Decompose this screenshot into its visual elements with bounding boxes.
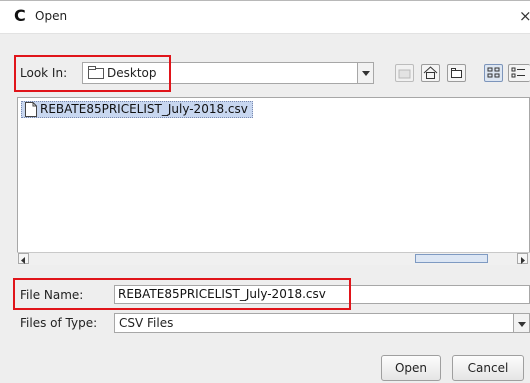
- title-bar: [0, 0, 530, 34]
- scroll-left-button[interactable]: [18, 253, 29, 264]
- home-icon: [423, 66, 438, 79]
- new-folder-icon: [451, 68, 462, 78]
- app-logo-icon: C: [14, 6, 26, 25]
- list-view-icon: [487, 67, 500, 78]
- up-folder-button[interactable]: [395, 64, 414, 82]
- new-folder-button[interactable]: [447, 64, 466, 82]
- file-list[interactable]: [17, 97, 530, 265]
- cancel-button[interactable]: Cancel: [452, 355, 524, 381]
- file-name-highlight: [13, 278, 351, 310]
- file-type-combo[interactable]: CSV Files: [114, 313, 530, 333]
- file-type-label: Files of Type:: [20, 316, 98, 330]
- scroll-thumb[interactable]: [415, 254, 488, 263]
- list-view-button[interactable]: [484, 64, 503, 82]
- details-view-icon: [511, 67, 525, 78]
- details-view-button[interactable]: [508, 64, 530, 82]
- file-icon: [25, 102, 37, 121]
- chevron-down-icon[interactable]: [513, 314, 529, 332]
- up-folder-icon: [398, 69, 411, 79]
- file-type-value: CSV Files: [119, 316, 174, 330]
- open-button[interactable]: Open: [381, 355, 441, 381]
- home-button[interactable]: [421, 64, 440, 82]
- close-icon[interactable]: ×: [519, 7, 530, 25]
- chevron-left-icon: [21, 257, 25, 264]
- chevron-down-icon[interactable]: [357, 63, 373, 83]
- file-name-text: REBATE85PRICELIST_July-2018.csv: [40, 102, 248, 116]
- chevron-right-icon: [521, 257, 525, 264]
- scroll-right-button[interactable]: [517, 253, 528, 264]
- look-in-highlight: [14, 55, 171, 92]
- window-title: Open: [35, 9, 68, 23]
- list-item[interactable]: REBATE85PRICELIST_July-2018.csv: [21, 101, 253, 118]
